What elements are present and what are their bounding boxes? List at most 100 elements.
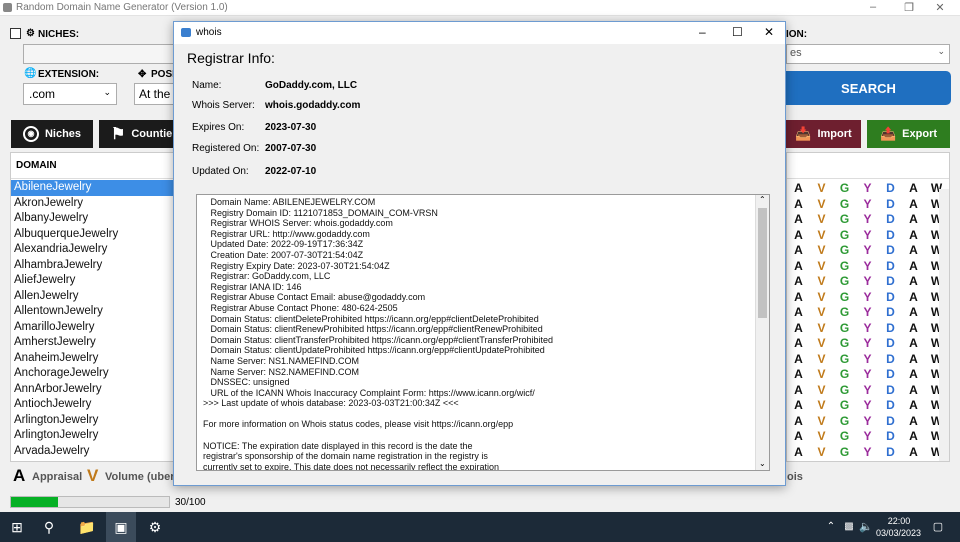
metric-letter[interactable]: D: [879, 259, 902, 275]
metric-letter[interactable]: A: [787, 274, 810, 290]
list-item[interactable]: AllenJewelry: [11, 289, 179, 305]
metric-letter[interactable]: Y: [856, 290, 879, 306]
metric-letter[interactable]: A: [902, 290, 925, 306]
list-item[interactable]: AnchorageJewelry: [11, 366, 179, 382]
metric-letter[interactable]: A: [902, 336, 925, 352]
metric-letter[interactable]: A: [787, 383, 810, 399]
chevron-up-icon[interactable]: ⌃: [822, 518, 840, 536]
metric-letter[interactable]: A: [902, 321, 925, 337]
list-item[interactable]: AlexandriaJewelry: [11, 242, 179, 258]
metric-letter[interactable]: V: [810, 274, 833, 290]
metric-letter[interactable]: D: [879, 274, 902, 290]
close-icon[interactable]: ✕: [933, 1, 947, 14]
metric-letter[interactable]: G: [833, 274, 856, 290]
metric-letter[interactable]: G: [833, 243, 856, 259]
countries-tab-button[interactable]: ⚑ Countie: [99, 120, 175, 148]
metric-letter[interactable]: Y: [856, 259, 879, 275]
metric-letter[interactable]: V: [810, 259, 833, 275]
metric-letter[interactable]: Y: [856, 398, 879, 414]
metric-letter[interactable]: D: [879, 367, 902, 383]
metric-letter[interactable]: A: [902, 383, 925, 399]
metric-letter[interactable]: Y: [856, 274, 879, 290]
metric-letter[interactable]: G: [833, 352, 856, 368]
metric-letter[interactable]: D: [879, 398, 902, 414]
minimize-icon[interactable]: –: [866, 1, 880, 13]
metric-letter[interactable]: V: [810, 181, 833, 197]
metric-letter[interactable]: A: [902, 414, 925, 430]
metric-letter[interactable]: G: [833, 367, 856, 383]
metric-letter[interactable]: A: [902, 398, 925, 414]
metric-letter[interactable]: V: [810, 445, 833, 461]
domain-column-header[interactable]: DOMAIN: [11, 153, 179, 179]
list-item[interactable]: AmherstJewelry: [11, 335, 179, 351]
dialog-maximize-icon[interactable]: ☐: [732, 25, 743, 39]
clock-time[interactable]: 22:00: [886, 516, 912, 526]
metric-letter[interactable]: Y: [856, 367, 879, 383]
metric-letter[interactable]: A: [902, 228, 925, 244]
metric-letter[interactable]: D: [879, 321, 902, 337]
metric-letter[interactable]: V: [810, 398, 833, 414]
list-item[interactable]: AliefJewelry: [11, 273, 179, 289]
list-item[interactable]: AnaheimJewelry: [11, 351, 179, 367]
metric-letter[interactable]: Y: [856, 336, 879, 352]
domain-list[interactable]: DOMAIN AbileneJewelry AkronJewelry Alban…: [10, 152, 180, 462]
generator-app-icon[interactable]: ▣: [112, 518, 130, 536]
list-item[interactable]: ArvadaJewelry: [11, 444, 179, 460]
metric-letter[interactable]: A: [787, 352, 810, 368]
metric-letter[interactable]: A: [787, 445, 810, 461]
metric-letter[interactable]: D: [879, 414, 902, 430]
metric-letter[interactable]: G: [833, 259, 856, 275]
search-button[interactable]: SEARCH: [786, 71, 951, 105]
list-item[interactable]: AntiochJewelry: [11, 397, 179, 413]
scroll-down-icon[interactable]: ⌄: [759, 459, 766, 468]
metrics-scrollbar[interactable]: [939, 189, 949, 461]
list-item[interactable]: AnnArborJewelry: [11, 382, 179, 398]
metric-letter[interactable]: A: [787, 336, 810, 352]
metric-letter[interactable]: A: [902, 367, 925, 383]
metric-letter[interactable]: A: [787, 228, 810, 244]
metric-letter[interactable]: G: [833, 429, 856, 445]
metric-letter[interactable]: V: [810, 383, 833, 399]
scroll-thumb[interactable]: [758, 208, 767, 318]
metric-letter[interactable]: D: [879, 352, 902, 368]
metric-letter[interactable]: A: [787, 367, 810, 383]
metric-letter[interactable]: D: [879, 197, 902, 213]
metric-letter[interactable]: D: [879, 228, 902, 244]
metric-letter[interactable]: V: [810, 197, 833, 213]
metric-letter[interactable]: G: [833, 398, 856, 414]
metric-letter[interactable]: G: [833, 197, 856, 213]
metric-letter[interactable]: G: [833, 305, 856, 321]
metric-letter[interactable]: A: [902, 429, 925, 445]
metric-letter[interactable]: D: [879, 243, 902, 259]
metric-letter[interactable]: A: [787, 290, 810, 306]
metric-letter[interactable]: Y: [856, 414, 879, 430]
volume-icon-tray[interactable]: 🔈: [857, 518, 875, 536]
metric-letter[interactable]: V: [810, 352, 833, 368]
niches-tab-button[interactable]: ◉ Niches: [11, 120, 93, 148]
metric-letter[interactable]: G: [833, 383, 856, 399]
metric-letter[interactable]: V: [810, 228, 833, 244]
metric-letter[interactable]: G: [833, 228, 856, 244]
metric-letter[interactable]: A: [787, 243, 810, 259]
metric-letter[interactable]: Y: [856, 321, 879, 337]
metric-letter[interactable]: Y: [856, 352, 879, 368]
metric-letter[interactable]: Y: [856, 429, 879, 445]
list-item[interactable]: AllentownJewelry: [11, 304, 179, 320]
metric-letter[interactable]: A: [902, 181, 925, 197]
list-item[interactable]: AlhambraJewelry: [11, 258, 179, 274]
list-item[interactable]: AlbanyJewelry: [11, 211, 179, 227]
clock-date[interactable]: 03/03/2023: [876, 528, 921, 538]
windows-start-icon[interactable]: ⊞: [8, 518, 26, 536]
metric-letter[interactable]: A: [787, 305, 810, 321]
import-button[interactable]: 📥 Import: [786, 120, 861, 148]
metric-letter[interactable]: Y: [856, 228, 879, 244]
whois-raw-textbox[interactable]: Domain Name: ABILENEJEWELRY.COM Registry…: [196, 194, 770, 471]
metric-letter[interactable]: G: [833, 212, 856, 228]
metric-letter[interactable]: Y: [856, 383, 879, 399]
list-item[interactable]: AlbuquerqueJewelry: [11, 227, 179, 243]
metric-letter[interactable]: A: [902, 352, 925, 368]
metric-letter[interactable]: V: [810, 212, 833, 228]
metric-letter[interactable]: A: [787, 259, 810, 275]
metric-letter[interactable]: A: [787, 414, 810, 430]
metric-letter[interactable]: A: [787, 212, 810, 228]
